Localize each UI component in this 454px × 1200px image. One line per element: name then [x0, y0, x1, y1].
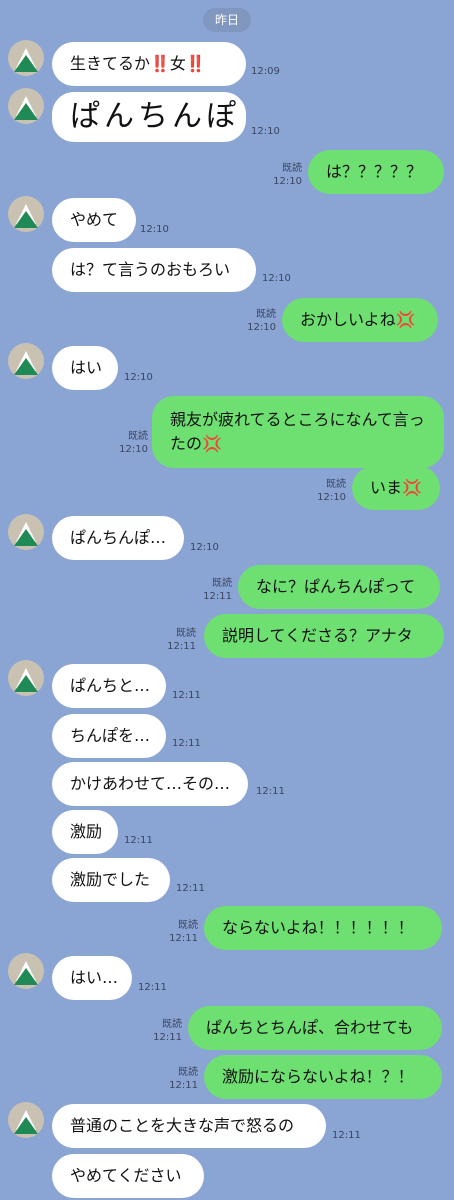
outgoing-message-bubble[interactable]: 親友が疲れてるところになんて言ったの💢: [152, 396, 444, 468]
sender-avatar[interactable]: [8, 660, 44, 696]
message-meta: 既読 12:10: [247, 308, 276, 334]
outgoing-message-bubble[interactable]: 説明してくださる？アナタ: [204, 614, 444, 658]
message-time: 12:10: [247, 322, 276, 333]
mountain-icon: [14, 961, 38, 985]
incoming-message-bubble[interactable]: は？て言うのおもろい: [52, 248, 256, 292]
incoming-message-bubble[interactable]: 激励でした: [52, 858, 170, 902]
outgoing-message-bubble[interactable]: ぱんちとちんぽ、合わせても: [188, 1006, 442, 1050]
incoming-message-bubble[interactable]: 生きてるか‼️女‼️: [52, 42, 246, 86]
incoming-message-bubble[interactable]: はい…: [52, 956, 132, 1000]
message-time: 12:10: [317, 492, 346, 503]
mountain-icon: [14, 96, 38, 120]
message-meta: 既読 12:10: [273, 162, 302, 188]
message-meta: 既読 12:10: [119, 430, 148, 456]
read-receipt: 既読: [212, 578, 232, 589]
sender-avatar[interactable]: [8, 514, 44, 550]
date-separator: 昨日: [203, 8, 251, 32]
mountain-icon: [14, 522, 38, 546]
read-receipt: 既読: [282, 163, 302, 174]
mountain-icon: [14, 668, 38, 692]
read-receipt: 既読: [326, 479, 346, 490]
outgoing-message-bubble[interactable]: なに？ぱんちんぽって: [238, 565, 440, 609]
outgoing-message-bubble[interactable]: おかしいよね💢: [282, 298, 438, 342]
read-receipt: 既読: [256, 309, 276, 320]
message-time: 12:11: [176, 883, 205, 894]
sender-avatar[interactable]: [8, 1102, 44, 1138]
incoming-message-bubble[interactable]: ぱんちんぽ: [52, 92, 246, 142]
sender-avatar[interactable]: [8, 343, 44, 379]
read-receipt: 既読: [162, 1019, 182, 1030]
message-time: 12:10: [273, 176, 302, 187]
message-time: 12:10: [119, 444, 148, 455]
incoming-message-bubble[interactable]: かけあわせて…その…: [52, 762, 248, 806]
read-receipt: 既読: [178, 920, 198, 931]
message-time: 12:11: [169, 1080, 198, 1091]
incoming-message-bubble[interactable]: はい: [52, 346, 118, 390]
message-time: 12:10: [190, 542, 219, 553]
message-time: 12:11: [169, 933, 198, 944]
message-time: 12:11: [256, 786, 285, 797]
outgoing-message-bubble[interactable]: ならないよね！！！！！！: [204, 906, 442, 950]
read-receipt: 既読: [128, 431, 148, 442]
message-time: 12:11: [138, 982, 167, 993]
outgoing-message-bubble[interactable]: は？？？？？: [308, 150, 444, 194]
message-time: 12:10: [262, 273, 291, 284]
outgoing-message-bubble[interactable]: いま💢: [352, 466, 440, 510]
read-receipt: 既読: [176, 628, 196, 639]
message-time: 12:11: [167, 641, 196, 652]
message-time: 12:11: [332, 1130, 361, 1141]
mountain-icon: [14, 351, 38, 375]
sender-avatar[interactable]: [8, 953, 44, 989]
mountain-icon: [14, 1110, 38, 1134]
mountain-icon: [14, 204, 38, 228]
message-meta: 既読 12:11: [167, 627, 196, 653]
message-time: 12:11: [172, 738, 201, 749]
message-meta: 既読 12:11: [203, 577, 232, 603]
incoming-message-bubble[interactable]: やめて: [52, 198, 136, 242]
message-meta: 既読 12:11: [169, 919, 198, 945]
message-time: 12:11: [203, 591, 232, 602]
incoming-message-bubble[interactable]: 普通のことを大きな声で怒るの: [52, 1104, 326, 1148]
incoming-message-bubble[interactable]: やめてください: [52, 1154, 204, 1198]
message-time: 12:11: [172, 690, 201, 701]
incoming-message-bubble[interactable]: 激励: [52, 810, 118, 854]
message-meta: 既読 12:10: [317, 478, 346, 504]
sender-avatar[interactable]: [8, 88, 44, 124]
incoming-message-bubble[interactable]: ぱんちんぽ…: [52, 516, 184, 560]
message-time: 12:09: [251, 66, 280, 77]
mountain-icon: [14, 48, 38, 72]
message-meta: 既読 12:11: [153, 1018, 182, 1044]
incoming-message-bubble[interactable]: ぱんちと…: [52, 664, 166, 708]
message-time: 12:10: [251, 126, 280, 137]
read-receipt: 既読: [178, 1067, 198, 1078]
message-time: 12:10: [124, 372, 153, 383]
outgoing-message-bubble[interactable]: 激励にならないよね！？！: [204, 1055, 442, 1099]
message-time: 12:11: [153, 1032, 182, 1043]
sender-avatar[interactable]: [8, 196, 44, 232]
message-meta: 既読 12:11: [169, 1066, 198, 1092]
message-time: 12:11: [124, 835, 153, 846]
sender-avatar[interactable]: [8, 40, 44, 76]
incoming-message-bubble[interactable]: ちんぽを…: [52, 714, 166, 758]
message-time: 12:10: [140, 224, 169, 235]
